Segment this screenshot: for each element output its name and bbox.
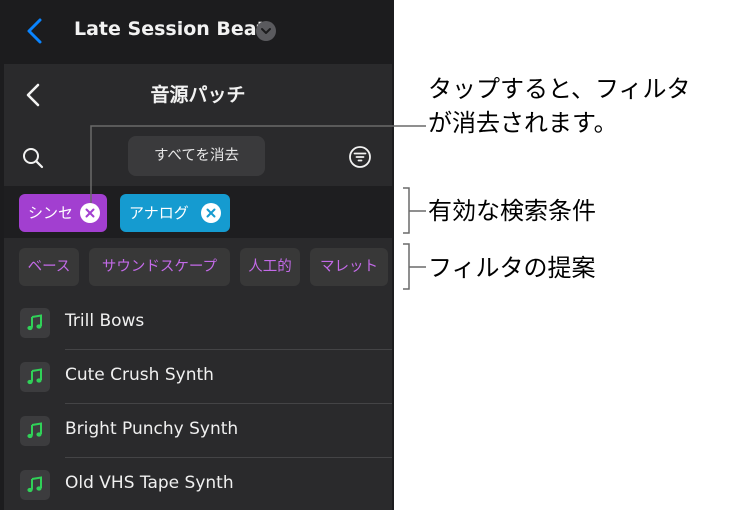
callout-line: が消去されます。 — [428, 109, 618, 137]
suggested-filter-chip[interactable]: ベース — [19, 248, 79, 286]
patch-name: Bright Punchy Synth — [65, 419, 239, 439]
suggested-filter-chip[interactable]: 人工的 — [240, 248, 300, 286]
patch-list-item[interactable]: Old VHS Tape Synth — [4, 458, 392, 510]
patch-list-item[interactable]: Cute Crush Synth — [4, 350, 392, 404]
active-filters-bracket — [403, 187, 426, 234]
remove-filter-button[interactable] — [80, 203, 100, 223]
music-note-icon — [27, 314, 42, 331]
patch-browser-panel: 音源パッチ すべてを消去 シンセ アナログ ベース サウンドスケープ 人工的 マ… — [4, 64, 392, 510]
music-note-icon — [27, 368, 42, 385]
top-header: Late Session Beat — [0, 0, 394, 62]
suggested-filter-chip[interactable]: サウンドスケープ — [89, 248, 230, 286]
project-menu-button[interactable] — [256, 21, 276, 41]
chevron-down-icon — [261, 28, 271, 34]
close-icon — [85, 208, 95, 218]
active-filter-label: シンセ — [28, 204, 74, 222]
callout-line: タップすると、フィルタ — [428, 75, 691, 103]
patch-icon — [20, 416, 50, 446]
chevron-left-icon — [27, 18, 42, 44]
music-note-icon — [27, 422, 42, 439]
patch-icon — [20, 308, 50, 338]
panel-title: 音源パッチ — [150, 84, 246, 106]
back-button[interactable] — [22, 16, 50, 46]
active-filter-chip[interactable]: シンセ — [19, 194, 107, 232]
active-filters-bar: シンセ アナログ — [4, 186, 392, 238]
remove-filter-button[interactable] — [201, 203, 221, 223]
suggested-filter-chip[interactable]: マレット — [310, 248, 388, 286]
filter-icon — [349, 146, 371, 168]
suggested-filters-bar: ベース サウンドスケープ 人工的 マレット — [4, 242, 392, 294]
close-icon — [206, 208, 216, 218]
patch-name: Trill Bows — [65, 311, 145, 331]
app-window: Late Session Beat 音源パッチ すべてを消去 シンセ アナログ … — [0, 0, 394, 510]
active-filter-chip[interactable]: アナログ — [120, 194, 230, 232]
patch-name: Old VHS Tape Synth — [65, 473, 234, 493]
search-button[interactable] — [21, 146, 45, 170]
callout-clear-filters: タップすると、フィルタ が消去されます。 — [428, 72, 691, 140]
filter-button[interactable] — [348, 145, 372, 169]
patch-list-item[interactable]: Bright Punchy Synth — [4, 404, 392, 458]
patch-icon — [20, 470, 50, 500]
patch-icon — [20, 362, 50, 392]
patch-list-item[interactable]: Trill Bows — [4, 296, 392, 350]
callout-suggested-filters: フィルタの提案 — [428, 254, 596, 282]
clear-all-button[interactable]: すべてを消去 — [128, 136, 265, 176]
callout-active-filters: 有効な検索条件 — [428, 197, 596, 225]
music-note-icon — [27, 476, 42, 493]
patch-name: Cute Crush Synth — [65, 365, 214, 385]
suggestions-bracket — [403, 243, 426, 290]
active-filter-label: アナログ — [129, 204, 189, 222]
project-title: Late Session Beat — [74, 18, 266, 40]
search-icon — [23, 148, 44, 169]
